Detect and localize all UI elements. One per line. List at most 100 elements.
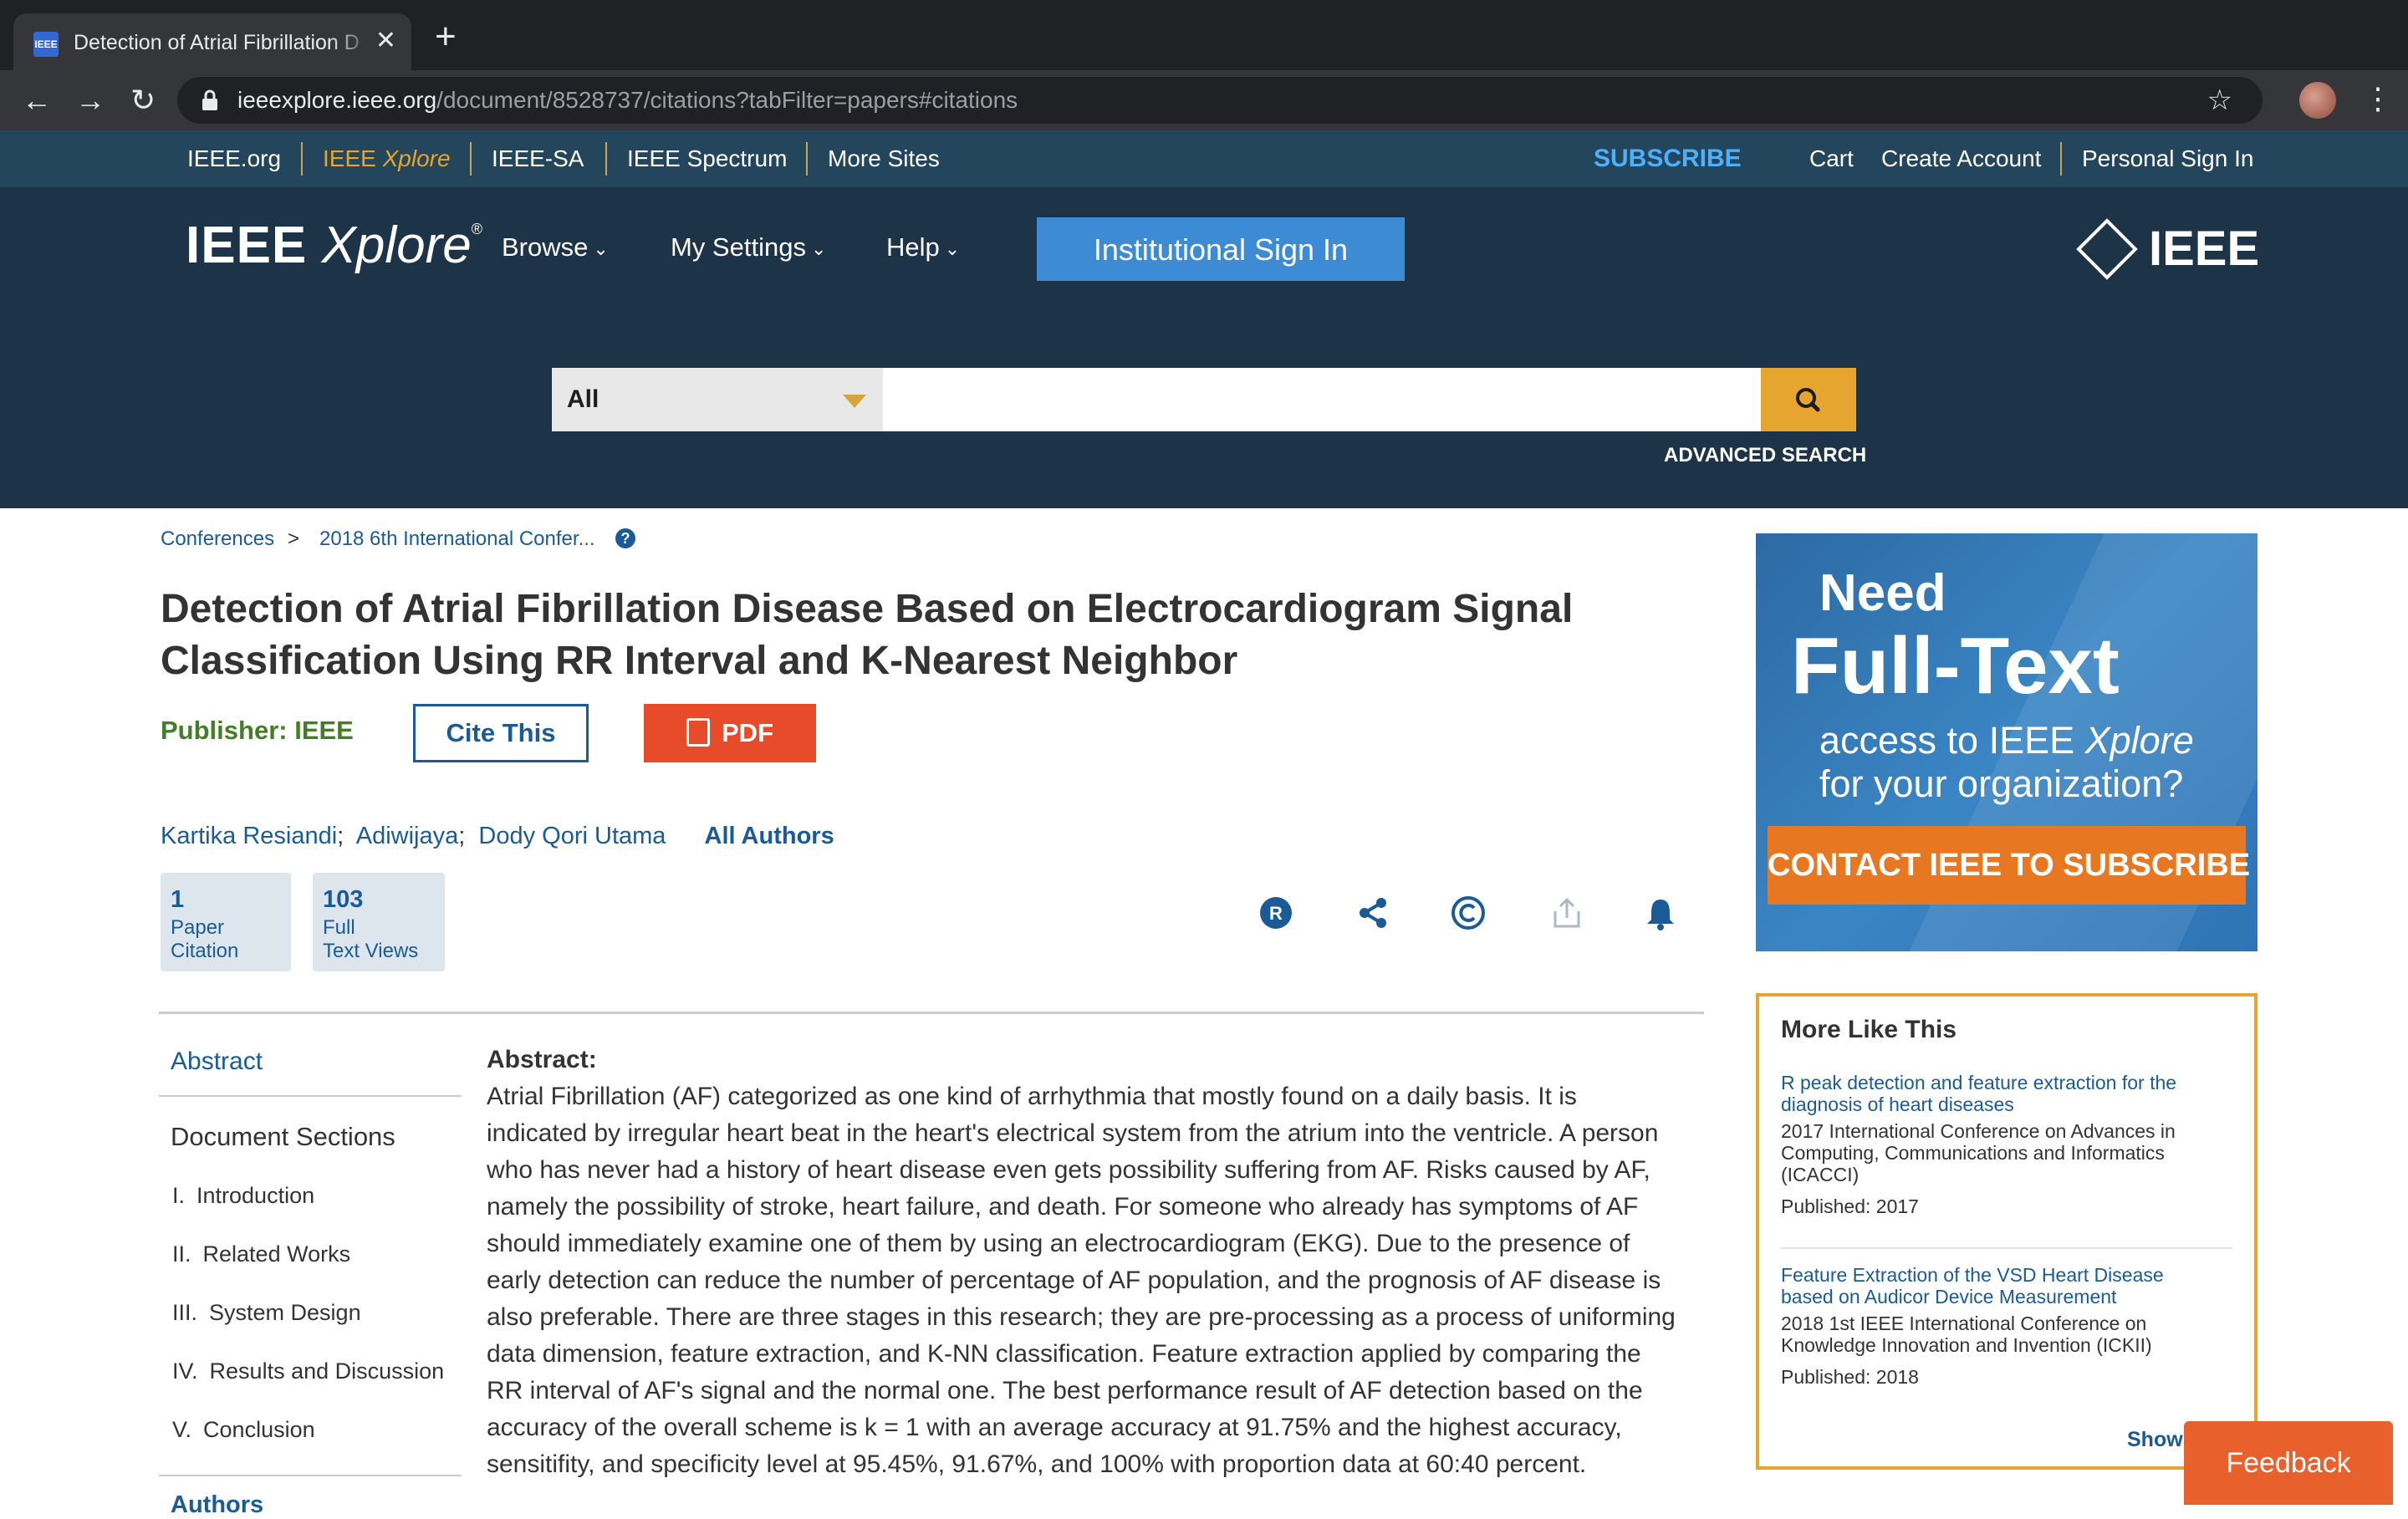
related-article-title[interactable]: R peak detection and feature extraction … bbox=[1781, 1072, 2216, 1115]
url-text: ieeexplore.ieee.org/document/8528737/cit… bbox=[237, 84, 1018, 117]
search-scope-value: All bbox=[567, 385, 599, 413]
help-menu[interactable]: Help ⌄ bbox=[886, 229, 960, 268]
ieee-favicon-icon: IEEE bbox=[33, 32, 59, 57]
export-icon[interactable] bbox=[1548, 895, 1585, 931]
metric-label-line: Citation bbox=[171, 940, 239, 962]
document-sections-heading: Document Sections bbox=[171, 1122, 395, 1151]
meta-divider bbox=[2060, 142, 2062, 176]
browser-tab[interactable]: IEEE Detection of Atrial Fibrillation D … bbox=[13, 13, 411, 70]
copyright-icon[interactable] bbox=[1450, 895, 1487, 931]
link-ieee-org[interactable]: IEEE.org bbox=[187, 144, 281, 174]
paper-citation-metric[interactable]: 1 Paper Citation bbox=[161, 873, 291, 971]
rights-icon[interactable]: R bbox=[1258, 895, 1294, 931]
related-article-title[interactable]: Feature Extraction of the VSD Heart Dise… bbox=[1781, 1264, 2216, 1307]
create-account-link[interactable]: Create Account bbox=[1881, 144, 2041, 174]
nav-section-conclusion[interactable]: V. Conclusion bbox=[172, 1415, 315, 1445]
search-scope-select[interactable]: All bbox=[552, 368, 883, 431]
dropdown-arrow-icon bbox=[843, 395, 866, 408]
cart-link[interactable]: Cart bbox=[1809, 144, 1854, 174]
share-icon[interactable] bbox=[1354, 895, 1391, 931]
browse-menu[interactable]: Browse ⌄ bbox=[502, 229, 609, 268]
search-button[interactable] bbox=[1761, 368, 1856, 431]
section-number: IV. bbox=[172, 1358, 198, 1384]
section-number: III. bbox=[172, 1300, 198, 1325]
alert-bell-icon[interactable] bbox=[1642, 895, 1679, 931]
feedback-button[interactable]: Feedback bbox=[2184, 1421, 2393, 1505]
nav-section-results[interactable]: IV. Results and Discussion bbox=[172, 1356, 444, 1386]
author-list: Kartika Resiandi; Adiwijaya; Dody Qori U… bbox=[161, 819, 834, 853]
lock-icon bbox=[202, 89, 217, 110]
nav-section-introduction[interactable]: I. Introduction bbox=[172, 1180, 314, 1211]
address-bar[interactable]: ieeexplore.ieee.org/document/8528737/cit… bbox=[177, 77, 2263, 124]
cite-this-button[interactable]: Cite This bbox=[413, 704, 589, 762]
link-more-sites[interactable]: More Sites bbox=[828, 144, 940, 174]
close-tab-icon[interactable]: ✕ bbox=[375, 27, 396, 55]
subscribe-link[interactable]: SUBSCRIBE bbox=[1594, 144, 1742, 174]
nav-divider bbox=[159, 1095, 462, 1097]
nav-abstract[interactable]: Abstract bbox=[171, 1045, 263, 1078]
new-tab-icon[interactable]: + bbox=[435, 18, 457, 55]
link-ieee-sa[interactable]: IEEE-SA bbox=[492, 144, 584, 174]
xplore-word: Xplore bbox=[382, 145, 451, 171]
section-label: Related Works bbox=[202, 1241, 351, 1267]
browser-menu-icon[interactable]: ⋮ bbox=[2363, 79, 2393, 119]
institutional-sign-in-button[interactable]: Institutional Sign In bbox=[1037, 217, 1405, 281]
breadcrumb-conferences[interactable]: Conferences bbox=[161, 525, 274, 553]
related-article-published: Published: 2017 bbox=[1781, 1195, 1919, 1217]
section-label: Introduction bbox=[196, 1183, 315, 1208]
metric-label: Paper Citation bbox=[171, 916, 238, 963]
author-link[interactable]: Kartika Resiandi bbox=[161, 823, 337, 849]
breadcrumb-separator: > bbox=[288, 528, 300, 550]
abstract-text: Atrial Fibrillation (AF) categorized as … bbox=[487, 1083, 1676, 1478]
nav-section-system-design[interactable]: III. System Design bbox=[172, 1297, 361, 1328]
svg-text:R: R bbox=[1269, 903, 1283, 924]
forward-arrow-icon[interactable]: → bbox=[75, 82, 105, 119]
registered-mark: ® bbox=[471, 221, 483, 237]
show-more-link[interactable]: Show bbox=[2127, 1426, 2183, 1453]
publisher-value: IEEE bbox=[294, 716, 354, 745]
breadcrumb-conference[interactable]: 2018 6th International Confer... bbox=[319, 525, 595, 553]
all-authors-link[interactable]: All Authors bbox=[705, 823, 834, 849]
help-icon[interactable]: ? bbox=[615, 528, 635, 548]
personal-sign-in-link[interactable]: Personal Sign In bbox=[2082, 144, 2253, 174]
profile-avatar[interactable] bbox=[2299, 82, 2336, 119]
section-number: V. bbox=[172, 1417, 192, 1442]
nav-authors[interactable]: Authors bbox=[171, 1491, 263, 1519]
nav-divider bbox=[159, 1475, 462, 1476]
search-bar: All bbox=[552, 368, 1856, 431]
browse-label: Browse bbox=[502, 232, 589, 262]
help-label: Help bbox=[886, 232, 940, 262]
back-arrow-icon[interactable]: ← bbox=[22, 82, 52, 119]
section-label: Results and Discussion bbox=[209, 1358, 445, 1384]
star-icon[interactable]: ☆ bbox=[2207, 84, 2232, 117]
link-ieee-spectrum[interactable]: IEEE Spectrum bbox=[627, 144, 787, 174]
metric-value: 1 bbox=[171, 886, 185, 913]
contact-ieee-subscribe-button[interactable]: CONTACT IEEE TO SUBSCRIBE › bbox=[1768, 826, 2258, 905]
ieee-diamond-icon bbox=[2076, 218, 2138, 280]
page-title: Detection of Atrial Fibrillation Disease… bbox=[161, 587, 1574, 683]
pdf-button[interactable]: PDF bbox=[644, 704, 816, 762]
ad-org-line: for your organization? bbox=[1819, 762, 2184, 805]
browser-tabstrip: IEEE Detection of Atrial Fibrillation D … bbox=[0, 0, 2408, 70]
link-ieee-xplore[interactable]: IEEE Xplore bbox=[323, 144, 451, 174]
ieee-brand-logo[interactable]: IEEE bbox=[2076, 216, 2260, 283]
metric-label-line: Paper bbox=[171, 916, 225, 939]
search-input[interactable] bbox=[883, 368, 1761, 431]
ad-xplore-word: Xplore bbox=[2084, 719, 2194, 762]
my-settings-menu[interactable]: My Settings ⌄ bbox=[671, 229, 826, 268]
my-settings-label: My Settings bbox=[671, 232, 806, 262]
advanced-search-link[interactable]: ADVANCED SEARCH bbox=[1664, 441, 1866, 470]
full-text-views-metric[interactable]: 103 Full Text Views bbox=[313, 873, 445, 971]
tab-title: Detection of Atrial Fibrillation D bbox=[74, 31, 360, 54]
nav-section-related-works[interactable]: II. Related Works bbox=[172, 1239, 350, 1269]
author-link[interactable]: Adiwijaya bbox=[356, 823, 459, 849]
full-text-access-ad[interactable]: Need Full-Text access to IEEE Xplore for … bbox=[1756, 533, 2258, 951]
reload-icon[interactable]: ↻ bbox=[130, 82, 156, 119]
ad-full-text: Full-Text bbox=[1791, 621, 2120, 711]
author-link[interactable]: Dody Qori Utama bbox=[478, 823, 666, 849]
url-host: ieeexplore.ieee.org bbox=[237, 87, 437, 113]
related-article-venue: 2018 1st IEEE International Conference o… bbox=[1781, 1313, 2152, 1356]
ieee-brand-text: IEEE bbox=[2149, 222, 2260, 276]
ieee-xplore-logo[interactable]: IEEE Xplore® bbox=[186, 212, 482, 279]
logo-xplore-text: Xplore bbox=[321, 217, 472, 274]
